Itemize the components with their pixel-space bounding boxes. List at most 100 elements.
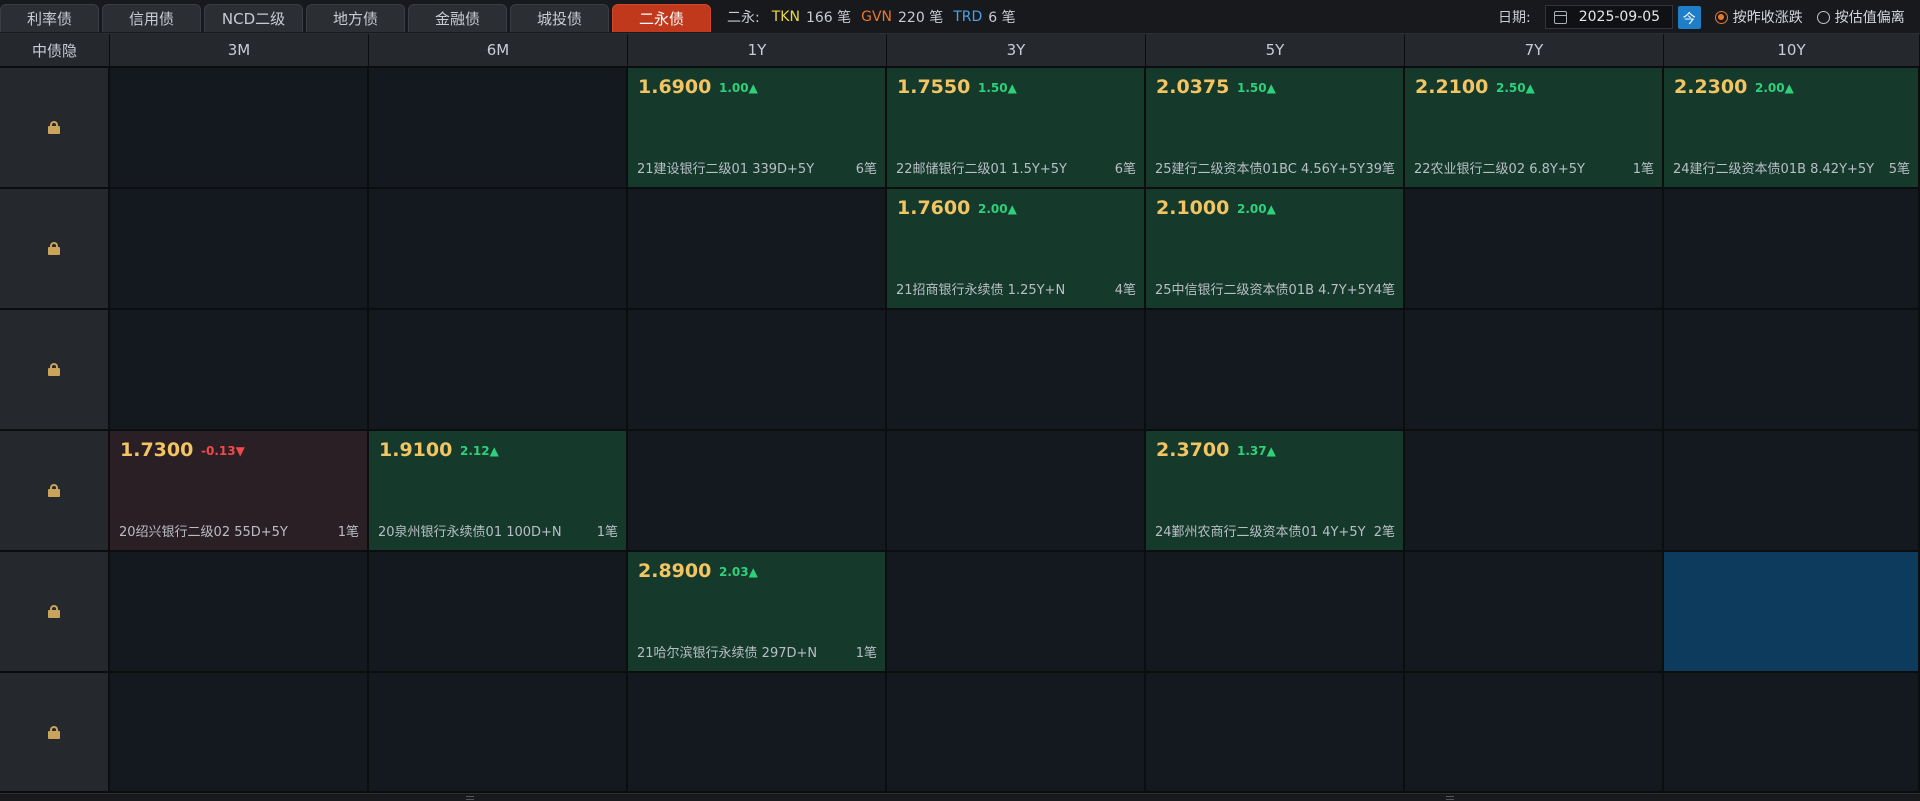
change-up: 2.00▲ [1237, 202, 1276, 216]
row-lock-toggle[interactable] [0, 189, 110, 310]
date-field[interactable]: 2025-09-05 [1544, 5, 1673, 29]
lock-icon [48, 242, 60, 255]
radio-unselected-icon [1816, 10, 1830, 24]
empty-cell [369, 552, 628, 673]
row-lock-toggle[interactable] [0, 68, 110, 189]
top-bar: 利率债 信用债 NCD二级 地方债 金融债 城投债 二永债 二永: TKN 166 笔 GV… [0, 0, 1920, 34]
gvn-count: 220 笔 [898, 10, 944, 26]
tab-5[interactable]: 城投债 [510, 4, 609, 32]
bond-name: 20绍兴银行二级02 55D+5Y [119, 525, 288, 540]
lock-icon [48, 484, 60, 497]
quote-cell[interactable]: 2.1000 2.00▲ 25中信银行二级资本债01B 4.7Y+5Y 4笔 [1146, 189, 1405, 310]
trade-count: 5笔 [1888, 162, 1910, 177]
change-up: 1.50▲ [1237, 81, 1276, 95]
bond-name: 21哈尔滨银行永续债 297D+N [637, 646, 818, 661]
trade-count: 2笔 [1373, 525, 1395, 540]
quote-cell[interactable]: 1.7550 1.50▲ 22邮储银行二级01 1.5Y+5Y 6笔 [887, 68, 1146, 189]
bond-name: 20泉州银行永续债01 100D+N [378, 525, 562, 540]
tab-4[interactable]: 金融债 [408, 4, 507, 32]
quote-cell[interactable]: 2.2300 2.00▲ 24建行二级资本债01B 8.42Y+5Y 5笔 [1664, 68, 1920, 189]
change-up: 1.37▲ [1237, 444, 1276, 458]
empty-cell [628, 673, 887, 793]
yield-value: 1.9100 [379, 439, 453, 461]
date-value: 2025-09-05 [1578, 9, 1661, 25]
mode-radio-prev-close[interactable]: 按昨收涨跌 [1714, 7, 1803, 27]
row-lock-toggle[interactable] [0, 431, 110, 552]
tenor-header-3y: 3Y [887, 34, 1146, 67]
empty-cell [369, 189, 628, 310]
tab-3[interactable]: 地方债 [306, 4, 405, 32]
trade-count: 4笔 [1373, 283, 1395, 298]
yield-value: 1.6900 [638, 76, 712, 98]
empty-cell [369, 673, 628, 793]
tab-0[interactable]: 利率债 [0, 4, 99, 32]
empty-cell [887, 431, 1146, 552]
lock-icon [48, 725, 60, 739]
tkn-label: TKN [771, 9, 800, 25]
radio-selected-icon [1714, 10, 1728, 24]
empty-cell [1405, 673, 1664, 793]
empty-cell [887, 552, 1146, 673]
mode-radio-label: 按估值偏离 [1834, 10, 1905, 26]
bond-name: 22邮储银行二级01 1.5Y+5Y [896, 162, 1067, 177]
change-up: 1.00▲ [719, 81, 758, 95]
empty-cell [628, 310, 887, 431]
trade-count: 6笔 [855, 162, 877, 177]
quote-cell[interactable]: 2.8900 2.03▲ 21哈尔滨银行永续债 297D+N 1笔 [628, 552, 887, 673]
lock-icon [48, 605, 60, 618]
empty-cell [1405, 431, 1664, 552]
lock-icon [48, 121, 60, 134]
empty-cell [110, 310, 369, 431]
quote-cell[interactable]: 1.6900 1.00▲ 21建设银行二级01 339D+5Y 6笔 [628, 68, 887, 189]
empty-cell [110, 673, 369, 793]
empty-cell [1664, 673, 1920, 793]
date-label: 日期: [1498, 10, 1531, 26]
empty-cell [628, 431, 887, 552]
tab-1[interactable]: 信用债 [102, 4, 201, 32]
empty-cell [887, 310, 1146, 431]
empty-cell [1405, 552, 1664, 673]
quote-cell[interactable]: 1.7600 2.00▲ 21招商银行永续债 1.25Y+N 4笔 [887, 189, 1146, 310]
mode-radio-valuation[interactable]: 按估值偏离 [1816, 7, 1905, 27]
tenor-header-7y: 7Y [1405, 34, 1664, 67]
change-up: 2.50▲ [1496, 81, 1535, 95]
horizontal-scrollbar[interactable] [0, 793, 1920, 801]
resize-grip-icon[interactable] [1446, 796, 1454, 800]
empty-cell [1146, 673, 1405, 793]
row-lock-toggle[interactable] [0, 552, 110, 673]
today-button[interactable]: 今 [1677, 5, 1701, 29]
yield-value: 1.7300 [120, 439, 194, 461]
change-up: 2.03▲ [719, 565, 758, 579]
calendar-icon[interactable] [1553, 10, 1567, 24]
tab-6[interactable]: 二永债 [612, 4, 711, 32]
row-lock-toggle[interactable] [0, 310, 110, 431]
empty-cell [110, 552, 369, 673]
trade-count: 1笔 [855, 646, 877, 661]
summary-label: 二永: [727, 10, 760, 26]
change-up: 2.00▲ [1755, 81, 1794, 95]
quote-cell[interactable]: 2.2100 2.50▲ 22农业银行二级02 6.8Y+5Y 1笔 [1405, 68, 1664, 189]
empty-cell [1664, 310, 1920, 431]
market-tabs: 利率债 信用债 NCD二级 地方债 金融债 城投债 二永债 [0, 4, 714, 32]
empty-cell [110, 68, 369, 189]
trade-count: 1笔 [1632, 162, 1654, 177]
bond-name: 25中信银行二级资本债01B 4.7Y+5Y [1155, 283, 1374, 298]
empty-cell [628, 189, 887, 310]
resize-grip-icon[interactable] [466, 796, 474, 800]
empty-cell [369, 310, 628, 431]
change-down: -0.13▼ [201, 444, 245, 458]
empty-cell [1405, 189, 1664, 310]
yield-value: 2.2300 [1674, 76, 1748, 98]
tkn-count: 166 笔 [805, 10, 852, 26]
quote-cell[interactable]: 1.9100 2.12▲ 20泉州银行永续债01 100D+N 1笔 [369, 431, 628, 552]
empty-cell [1664, 431, 1920, 552]
yield-value: 2.3700 [1156, 439, 1230, 461]
yield-value: 2.8900 [638, 560, 712, 582]
quote-cell[interactable]: 1.7300 -0.13▼ 20绍兴银行二级02 55D+5Y 1笔 [110, 431, 369, 552]
quote-cell[interactable]: 2.3700 1.37▲ 24鄞州农商行二级资本债01 4Y+5Y 2笔 [1146, 431, 1405, 552]
quote-cell[interactable]: 2.0375 1.50▲ 25建行二级资本债01BC 4.56Y+5Y 39笔 [1146, 68, 1405, 189]
trade-count: 1笔 [337, 525, 359, 540]
empty-cell[interactable] [1664, 552, 1920, 673]
row-lock-toggle[interactable] [0, 673, 110, 793]
tab-2[interactable]: NCD二级 [204, 4, 303, 32]
